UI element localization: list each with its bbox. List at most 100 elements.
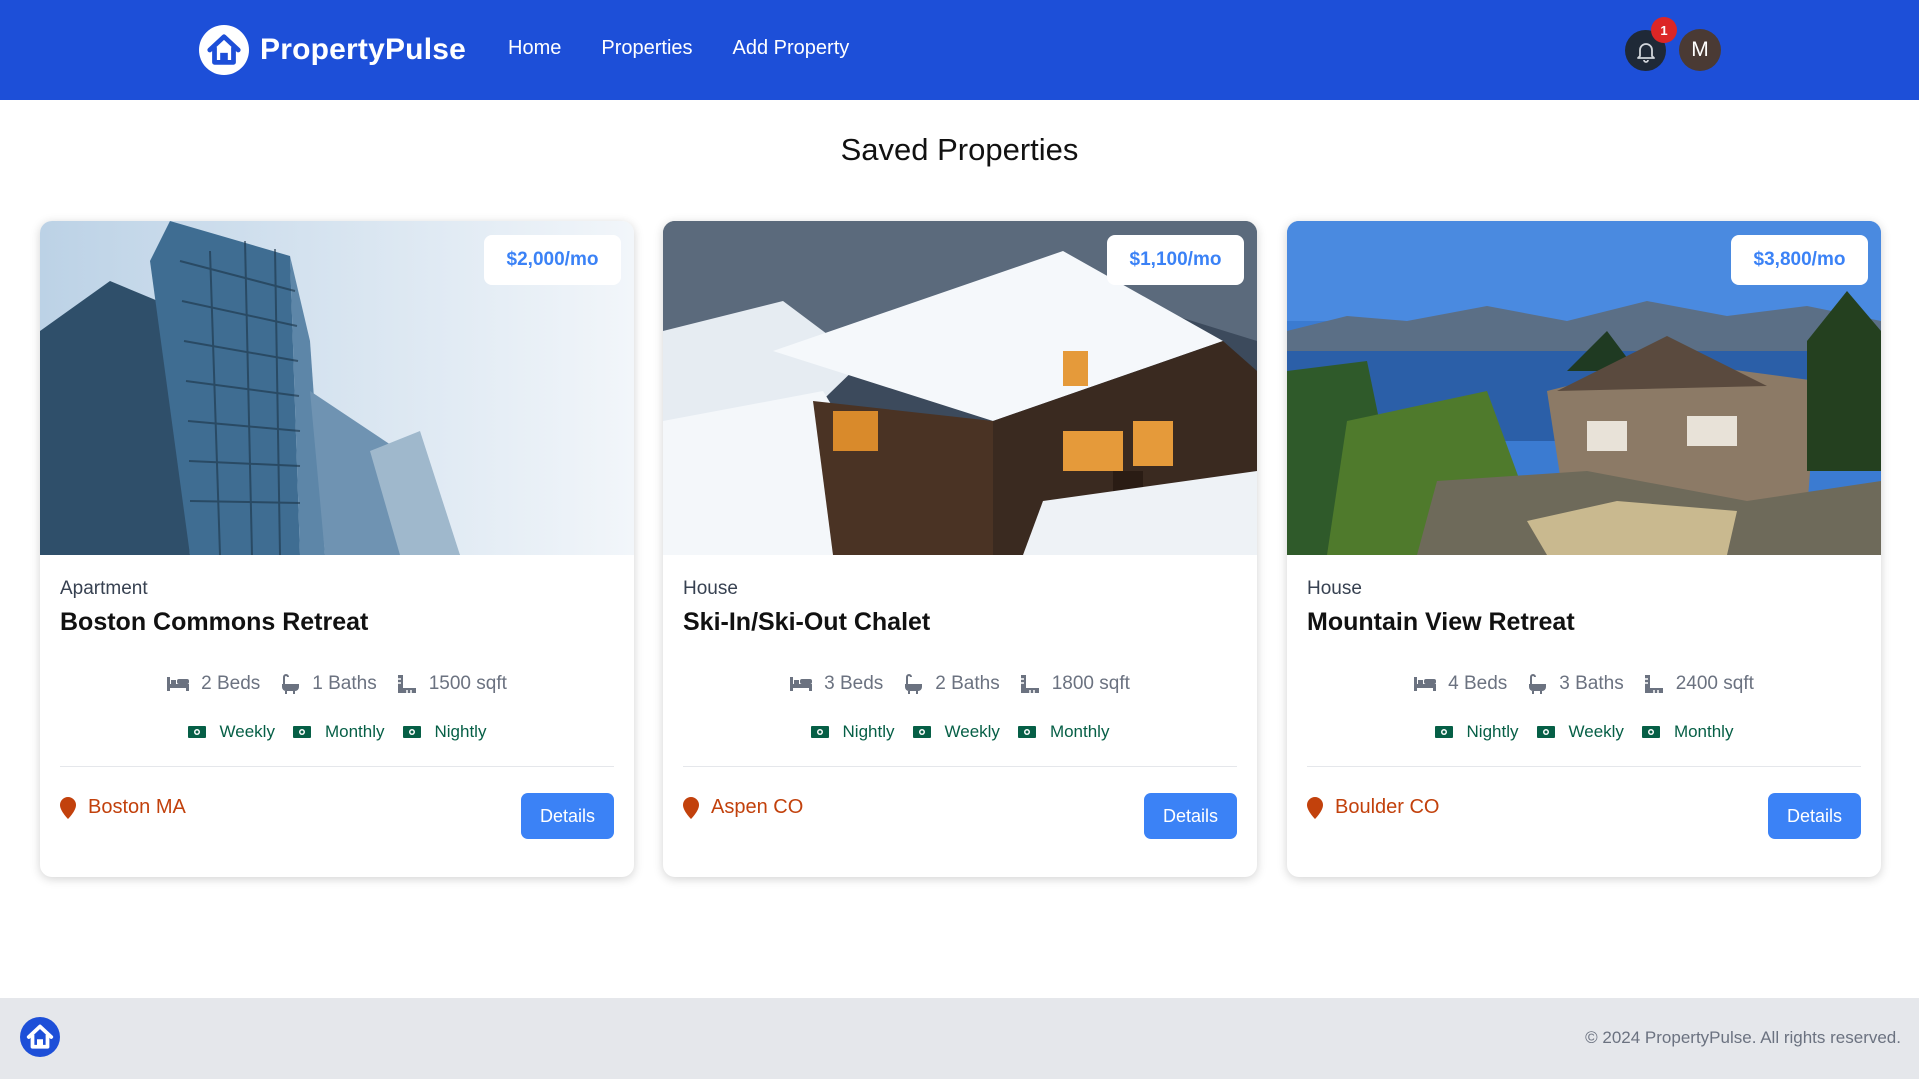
ruler-icon <box>1644 675 1663 693</box>
sqft-label: 1500 sqft <box>428 673 507 694</box>
property-type: House <box>683 578 738 599</box>
beds-spec: 4 Beds <box>1414 673 1507 695</box>
bed-icon <box>167 677 190 691</box>
details-button[interactable]: Details <box>521 793 614 839</box>
property-image: $3,800/mo <box>1287 221 1881 555</box>
rate-label: Nightly <box>1466 722 1519 741</box>
notification-badge: 1 <box>1651 17 1677 43</box>
nav-link-add-property[interactable]: Add Property <box>733 37 850 60</box>
rate-item: Weekly <box>187 722 275 742</box>
rate-label: Monthly <box>1049 722 1110 741</box>
money-icon <box>1017 726 1036 738</box>
details-button[interactable]: Details <box>1768 793 1861 839</box>
details-button[interactable]: Details <box>1144 793 1237 839</box>
bath-icon <box>1529 674 1547 694</box>
property-card: $2,000/mo Apartment Boston Commons Retre… <box>40 221 634 877</box>
main-nav: Home Properties Add Property <box>508 37 889 60</box>
baths-label: 3 Baths <box>1559 673 1624 694</box>
rate-types: Nightly Weekly Monthly <box>1287 722 1881 742</box>
navbar: PropertyPulse Home Properties Add Proper… <box>0 0 1919 100</box>
money-icon <box>912 726 931 738</box>
sqft-label: 2400 sqft <box>1675 673 1754 694</box>
beds-label: 4 Beds <box>1448 673 1508 694</box>
price-badge: $3,800/mo <box>1731 235 1868 285</box>
rate-item: Nightly <box>402 722 487 742</box>
property-type: House <box>1307 578 1362 599</box>
nav-link-properties[interactable]: Properties <box>601 37 692 60</box>
sqft-spec: 1800 sqft <box>1020 673 1130 695</box>
bed-icon <box>790 677 813 691</box>
rate-label: Weekly <box>219 722 275 741</box>
price-badge: $1,100/mo <box>1107 235 1244 285</box>
baths-spec: 3 Baths <box>1527 673 1624 695</box>
property-image: $2,000/mo <box>40 221 634 555</box>
footer: © 2024 PropertyPulse. All rights reserve… <box>0 998 1919 1079</box>
rate-item: Weekly <box>1536 722 1624 742</box>
home-logo-icon[interactable] <box>20 1017 60 1057</box>
beds-spec: 3 Beds <box>790 673 883 695</box>
sqft-spec: 1500 sqft <box>397 673 507 695</box>
money-icon <box>1641 726 1660 738</box>
sqft-spec: 2400 sqft <box>1644 673 1754 695</box>
bell-icon <box>1636 42 1655 63</box>
property-name: Mountain View Retreat <box>1307 608 1575 636</box>
property-image: $1,100/mo <box>663 221 1257 555</box>
location-label: Aspen CO <box>711 796 804 818</box>
property-name: Boston Commons Retreat <box>60 608 369 636</box>
divider <box>1307 766 1861 767</box>
rate-label: Monthly <box>1673 722 1734 741</box>
beds-label: 3 Beds <box>824 673 884 694</box>
rate-item: Monthly <box>1017 722 1110 742</box>
baths-spec: 2 Baths <box>903 673 1000 695</box>
money-icon <box>1536 726 1555 738</box>
location-label: Boulder CO <box>1335 796 1440 818</box>
property-location: Boston MA <box>60 796 186 819</box>
divider <box>60 766 614 767</box>
property-specs: 4 Beds 3 Baths 2400 sqft <box>1287 673 1881 695</box>
rate-label: Monthly <box>324 722 385 741</box>
ruler-icon <box>1020 675 1039 693</box>
rate-item: Monthly <box>1641 722 1734 742</box>
property-location: Aspen CO <box>683 796 803 819</box>
bed-icon <box>1414 677 1437 691</box>
property-card: $3,800/mo House Mountain View Retreat 4 … <box>1287 221 1881 877</box>
sqft-label: 1800 sqft <box>1051 673 1130 694</box>
map-pin-icon <box>1307 796 1323 819</box>
bath-icon <box>905 674 923 694</box>
money-icon <box>187 726 206 738</box>
rate-label: Weekly <box>944 722 1000 741</box>
property-card: $1,100/mo House Ski-In/Ski-Out Chalet 3 … <box>663 221 1257 877</box>
beds-label: 2 Beds <box>201 673 261 694</box>
nav-link-home[interactable]: Home <box>508 37 561 60</box>
rate-item: Monthly <box>292 722 385 742</box>
bath-icon <box>282 674 300 694</box>
baths-label: 2 Baths <box>935 673 1000 694</box>
rate-label: Nightly <box>842 722 895 741</box>
money-icon <box>810 726 829 738</box>
page-title: Saved Properties <box>840 132 1079 167</box>
map-pin-icon <box>683 796 699 819</box>
rate-label: Weekly <box>1568 722 1624 741</box>
beds-spec: 2 Beds <box>167 673 260 695</box>
avatar[interactable]: M <box>1679 29 1721 71</box>
ruler-icon <box>397 675 416 693</box>
rate-item: Nightly <box>1434 722 1519 742</box>
money-icon <box>292 726 311 738</box>
property-specs: 2 Beds 1 Baths 1500 sqft <box>40 673 634 695</box>
baths-label: 1 Baths <box>312 673 377 694</box>
brand-link[interactable]: PropertyPulse <box>199 25 466 75</box>
location-label: Boston MA <box>88 796 186 818</box>
rate-label: Nightly <box>434 722 487 741</box>
property-type: Apartment <box>60 578 148 599</box>
rate-types: Nightly Weekly Monthly <box>663 722 1257 742</box>
property-location: Boulder CO <box>1307 796 1440 819</box>
rate-item: Weekly <box>912 722 1000 742</box>
rate-types: Weekly Monthly Nightly <box>40 722 634 742</box>
brand-name: PropertyPulse <box>260 33 467 66</box>
price-badge: $2,000/mo <box>484 235 621 285</box>
money-icon <box>402 726 421 738</box>
baths-spec: 1 Baths <box>280 673 377 695</box>
copyright-text: © 2024 PropertyPulse. All rights reserve… <box>1585 1028 1901 1047</box>
divider <box>683 766 1237 767</box>
map-pin-icon <box>60 796 76 819</box>
